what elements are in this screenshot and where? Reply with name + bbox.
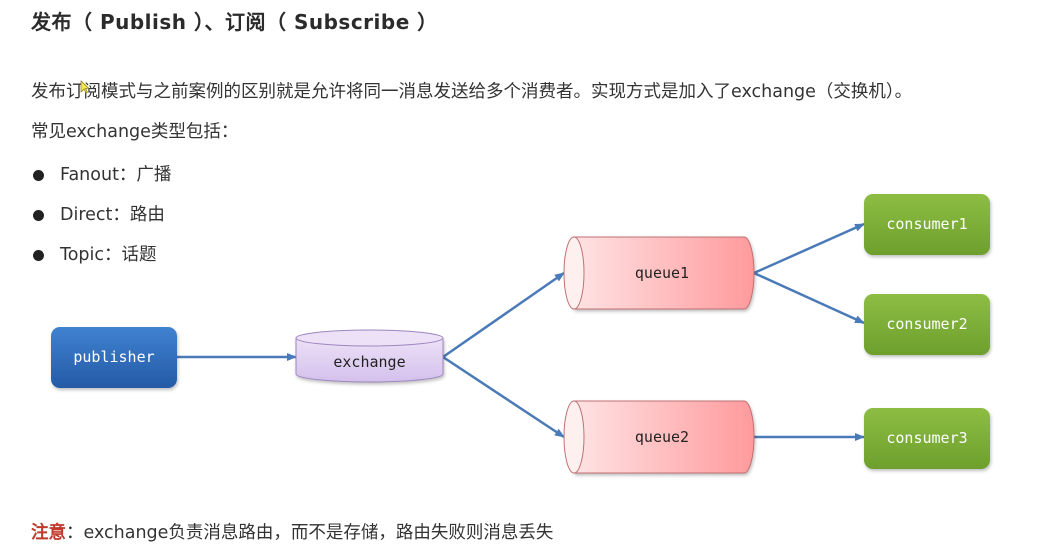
consumer3-label: consumer3	[886, 429, 967, 447]
consumer2-node: consumer2	[864, 294, 990, 355]
consumer2-label: consumer2	[886, 315, 967, 333]
edge-exchange-queue2	[442, 355, 565, 439]
publisher-node: publisher	[51, 327, 177, 388]
pubsub-diagram: publisher exchange queue1 queue2 consume…	[51, 194, 990, 474]
note-prefix: 注意	[31, 523, 66, 543]
consumer1-node: consumer1	[864, 194, 990, 255]
edge-queue1-consumer1	[753, 222, 865, 275]
exchange-label: exchange	[333, 353, 405, 371]
queue2-node: queue2	[563, 400, 755, 474]
queue1-label: queue1	[635, 264, 689, 282]
edges	[177, 222, 865, 441]
exchange-node: exchange	[295, 329, 444, 383]
edge-queue1-consumer2	[753, 271, 865, 325]
consumer3-node: consumer3	[864, 408, 990, 469]
queue2-label: queue2	[635, 428, 689, 446]
consumer1-label: consumer1	[886, 215, 967, 233]
queue1-node: queue1	[563, 236, 755, 310]
note: 注意：exchange负责消息路由，而不是存储，路由失败则消息丢失	[31, 519, 553, 544]
note-text: ：exchange负责消息路由，而不是存储，路由失败则消息丢失	[66, 523, 554, 543]
edge-exchange-queue1	[442, 271, 565, 359]
publisher-label: publisher	[73, 348, 154, 366]
